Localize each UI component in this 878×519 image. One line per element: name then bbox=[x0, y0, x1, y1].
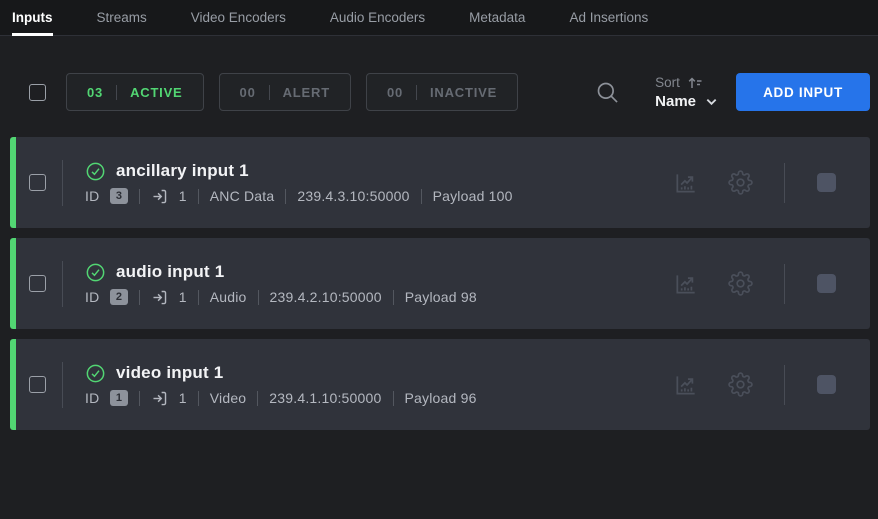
filter-inactive-button[interactable]: 00 INACTIVE bbox=[366, 73, 518, 111]
divider bbox=[62, 160, 63, 206]
row-actions bbox=[673, 365, 870, 405]
row-checkbox[interactable] bbox=[29, 275, 46, 292]
sort-value: Name bbox=[655, 93, 696, 110]
input-row-video[interactable]: video input 1 ID 1 1 Video 239.4.1.10:50 bbox=[10, 339, 870, 430]
divider bbox=[139, 189, 140, 204]
divider bbox=[784, 264, 785, 304]
filter-inactive-count: 00 bbox=[387, 85, 403, 100]
row-checkbox[interactable] bbox=[29, 376, 46, 393]
filter-divider bbox=[416, 85, 417, 100]
tab-audio-encoders[interactable]: Audio Encoders bbox=[330, 0, 425, 35]
stats-icon[interactable] bbox=[673, 271, 699, 297]
stream-count: 1 bbox=[179, 390, 187, 406]
tab-inputs[interactable]: Inputs bbox=[12, 0, 53, 35]
stream-input-icon bbox=[151, 390, 168, 407]
filter-inactive-label: INACTIVE bbox=[430, 85, 497, 100]
input-address: 239.4.3.10:50000 bbox=[297, 188, 409, 204]
id-badge: 2 bbox=[110, 289, 127, 305]
filter-divider bbox=[116, 85, 117, 100]
input-address: 239.4.2.10:50000 bbox=[270, 289, 382, 305]
divider bbox=[139, 290, 140, 305]
tab-video-encoders[interactable]: Video Encoders bbox=[191, 0, 286, 35]
divider bbox=[393, 391, 394, 406]
stream-count: 1 bbox=[179, 289, 187, 305]
divider bbox=[421, 189, 422, 204]
input-row-ancillary[interactable]: ancillary input 1 ID 3 1 ANC Data 239.4. bbox=[10, 137, 870, 228]
input-name: ancillary input 1 bbox=[116, 161, 249, 181]
divider bbox=[784, 365, 785, 405]
gear-icon[interactable] bbox=[728, 170, 753, 195]
sort-icon bbox=[687, 75, 703, 91]
add-input-button[interactable]: ADD INPUT bbox=[736, 73, 870, 111]
id-badge: 1 bbox=[110, 390, 127, 406]
tab-ad-insertions[interactable]: Ad Insertions bbox=[569, 0, 648, 35]
row-actions bbox=[673, 163, 870, 203]
divider bbox=[784, 163, 785, 203]
input-name: video input 1 bbox=[116, 363, 223, 383]
gear-icon[interactable] bbox=[728, 271, 753, 296]
toolbar: 03 ACTIVE 00 ALERT 00 INACTIVE Sort bbox=[0, 72, 878, 112]
id-badge: 3 bbox=[110, 188, 127, 204]
tab-metadata[interactable]: Metadata bbox=[469, 0, 525, 35]
top-navigation: Inputs Streams Video Encoders Audio Enco… bbox=[0, 0, 878, 36]
stats-icon[interactable] bbox=[673, 170, 699, 196]
status-ok-icon bbox=[85, 262, 106, 283]
divider bbox=[393, 290, 394, 305]
search-button[interactable] bbox=[594, 79, 621, 106]
filter-active-label: ACTIVE bbox=[130, 85, 182, 100]
status-ok-icon bbox=[85, 363, 106, 384]
divider bbox=[198, 290, 199, 305]
input-row-audio[interactable]: audio input 1 ID 2 1 Audio 239.4.2.10:50 bbox=[10, 238, 870, 329]
row-toggle-square[interactable] bbox=[817, 173, 836, 192]
row-actions bbox=[673, 264, 870, 304]
input-payload: Payload 100 bbox=[433, 188, 513, 204]
row-content: audio input 1 ID 2 1 Audio 239.4.2.10:50 bbox=[85, 262, 477, 306]
filter-alert-count: 00 bbox=[240, 85, 256, 100]
input-type: Video bbox=[210, 390, 247, 406]
divider bbox=[258, 290, 259, 305]
divider bbox=[62, 261, 63, 307]
row-toggle-square[interactable] bbox=[817, 375, 836, 394]
row-checkbox[interactable] bbox=[29, 174, 46, 191]
inputs-list: ancillary input 1 ID 3 1 ANC Data 239.4. bbox=[0, 137, 878, 430]
row-content: video input 1 ID 1 1 Video 239.4.1.10:50 bbox=[85, 363, 477, 407]
id-label: ID bbox=[85, 289, 99, 305]
input-payload: Payload 98 bbox=[405, 289, 477, 305]
tab-streams[interactable]: Streams bbox=[97, 0, 147, 35]
input-type: Audio bbox=[210, 289, 247, 305]
status-filters: 03 ACTIVE 00 ALERT 00 INACTIVE bbox=[66, 73, 518, 111]
stream-input-icon bbox=[151, 188, 168, 205]
stream-count: 1 bbox=[179, 188, 187, 204]
gear-icon[interactable] bbox=[728, 372, 753, 397]
search-icon bbox=[594, 79, 621, 106]
divider bbox=[198, 189, 199, 204]
input-type: ANC Data bbox=[210, 188, 275, 204]
select-all-checkbox[interactable] bbox=[29, 84, 46, 101]
sort-control[interactable]: Sort Name bbox=[655, 75, 718, 110]
filter-divider bbox=[269, 85, 270, 100]
divider bbox=[62, 362, 63, 408]
divider bbox=[139, 391, 140, 406]
stats-icon[interactable] bbox=[673, 372, 699, 398]
filter-alert-button[interactable]: 00 ALERT bbox=[219, 73, 351, 111]
divider bbox=[198, 391, 199, 406]
id-label: ID bbox=[85, 390, 99, 406]
sort-label: Sort bbox=[655, 75, 680, 90]
row-toggle-square[interactable] bbox=[817, 274, 836, 293]
input-address: 239.4.1.10:50000 bbox=[269, 390, 381, 406]
status-ok-icon bbox=[85, 161, 106, 182]
divider bbox=[285, 189, 286, 204]
divider bbox=[257, 391, 258, 406]
input-name: audio input 1 bbox=[116, 262, 224, 282]
filter-alert-label: ALERT bbox=[283, 85, 330, 100]
input-payload: Payload 96 bbox=[405, 390, 477, 406]
chevron-down-icon bbox=[705, 95, 718, 108]
row-content: ancillary input 1 ID 3 1 ANC Data 239.4. bbox=[85, 161, 513, 205]
filter-active-count: 03 bbox=[87, 85, 103, 100]
stream-input-icon bbox=[151, 289, 168, 306]
filter-active-button[interactable]: 03 ACTIVE bbox=[66, 73, 204, 111]
id-label: ID bbox=[85, 188, 99, 204]
